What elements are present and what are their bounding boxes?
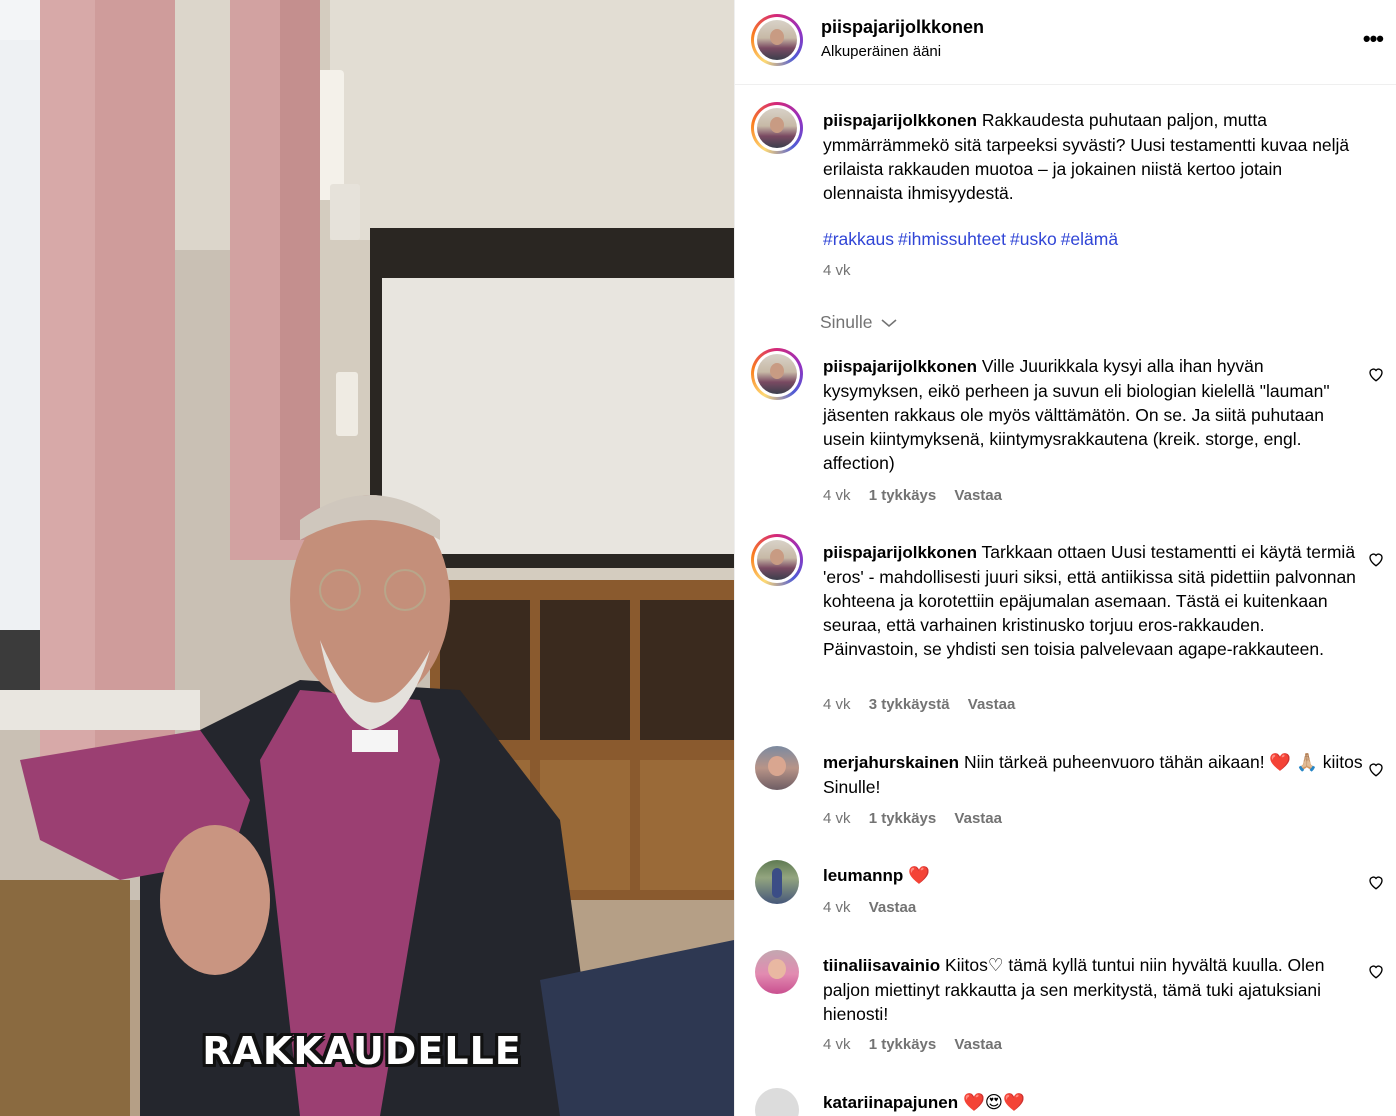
comment-meta: 4 vk 1 tykkäys Vastaa (823, 810, 1002, 827)
hashtag-link[interactable]: #usko (1010, 229, 1057, 249)
reply-button[interactable]: Vastaa (869, 899, 917, 916)
sort-label: Sinulle (820, 312, 873, 332)
comment-avatar[interactable] (755, 950, 799, 994)
reply-button[interactable]: Vastaa (968, 696, 1016, 713)
reply-button[interactable]: Vastaa (954, 487, 1002, 504)
like-heart-icon[interactable] (1367, 760, 1385, 778)
comment-likes[interactable]: 1 tykkäys (869, 1036, 937, 1053)
comment-avatar[interactable] (755, 860, 799, 904)
video-caption: RAKKAUDELLE (202, 1029, 522, 1073)
like-heart-icon[interactable] (1367, 365, 1385, 383)
comment-username[interactable]: leumannp (823, 866, 903, 885)
reply-button[interactable]: Vastaa (954, 810, 1002, 827)
comment-sort-dropdown[interactable]: Sinulle (820, 312, 897, 333)
author-username[interactable]: piispajarijolkkonen (821, 17, 984, 38)
comment-time: 4 vk (823, 810, 851, 827)
comment-text: ❤️😍❤️ (962, 1092, 1025, 1112)
like-heart-icon[interactable] (1367, 873, 1385, 891)
comment-username[interactable]: katariinapajunen (823, 1093, 958, 1112)
chevron-down-icon (881, 319, 897, 328)
comment-meta: 4 vk 3 tykkäystä Vastaa (823, 696, 1015, 713)
reel-video[interactable]: RAKKAUDELLE (0, 0, 734, 1116)
comment-time: 4 vk (823, 696, 851, 713)
caption-username[interactable]: piispajarijolkkonen (823, 111, 977, 130)
comment-body: piispajarijolkkonen Tarkkaan ottaen Uusi… (823, 540, 1363, 661)
comment-body: katariinapajunen ❤️😍❤️ (823, 1090, 1363, 1115)
reply-button[interactable]: Vastaa (954, 1036, 1002, 1053)
more-options-icon[interactable]: ••• (1363, 26, 1384, 52)
comment-avatar[interactable] (755, 1088, 799, 1116)
post-caption: piispajarijolkkonen Rakkaudesta puhutaan… (823, 108, 1363, 205)
post-timestamp: 4 vk (823, 262, 851, 279)
comment-meta: 4 vk 1 tykkäys Vastaa (823, 1036, 1002, 1053)
comment-meta: 4 vk Vastaa (823, 899, 916, 916)
like-heart-icon[interactable] (1367, 550, 1385, 568)
comment-time: 4 vk (823, 899, 851, 916)
comment-likes[interactable]: 1 tykkäys (869, 487, 937, 504)
comment-body: leumannp ❤️ (823, 863, 1363, 888)
comment-time: 4 vk (823, 487, 851, 504)
comment-likes[interactable]: 1 tykkäys (869, 810, 937, 827)
hashtag-link[interactable]: #ihmissuhteet (898, 229, 1006, 249)
comment-likes[interactable]: 3 tykkäystä (869, 696, 950, 713)
video-frame-illustration (0, 0, 734, 1116)
comment-body: tiinaliisavainio Kiitos♡ tämä kyllä tunt… (823, 953, 1363, 1026)
author-avatar[interactable] (751, 14, 803, 66)
hashtag-link[interactable]: #rakkaus (823, 229, 894, 249)
hashtag-link[interactable]: #elämä (1061, 229, 1118, 249)
comment-username[interactable]: tiinaliisavainio (823, 956, 940, 975)
like-heart-icon[interactable] (1367, 962, 1385, 980)
comment-body: merjahurskainen Niin tärkeä puheenvuoro … (823, 750, 1363, 799)
hashtag-list: #rakkaus #ihmissuhteet #usko #elämä (823, 229, 1122, 250)
comment-text: ❤️ (908, 865, 930, 885)
comment-username[interactable]: piispajarijolkkonen (823, 357, 977, 376)
comment-avatar[interactable] (755, 746, 799, 790)
comment-body: piispajarijolkkonen Ville Juurikkala kys… (823, 354, 1363, 475)
comment-username[interactable]: merjahurskainen (823, 753, 959, 772)
comment-time: 4 vk (823, 1036, 851, 1053)
comment-username[interactable]: piispajarijolkkonen (823, 543, 977, 562)
audio-label[interactable]: Alkuperäinen ääni (821, 43, 941, 60)
comment-meta: 4 vk 1 tykkäys Vastaa (823, 487, 1002, 504)
post-panel: piispajarijolkkonen Alkuperäinen ääni ••… (734, 0, 1396, 1116)
post-header: piispajarijolkkonen Alkuperäinen ääni ••… (735, 0, 1396, 85)
comment-avatar[interactable] (751, 534, 803, 586)
comment-avatar[interactable] (751, 348, 803, 400)
caption-author-avatar[interactable] (751, 102, 803, 154)
